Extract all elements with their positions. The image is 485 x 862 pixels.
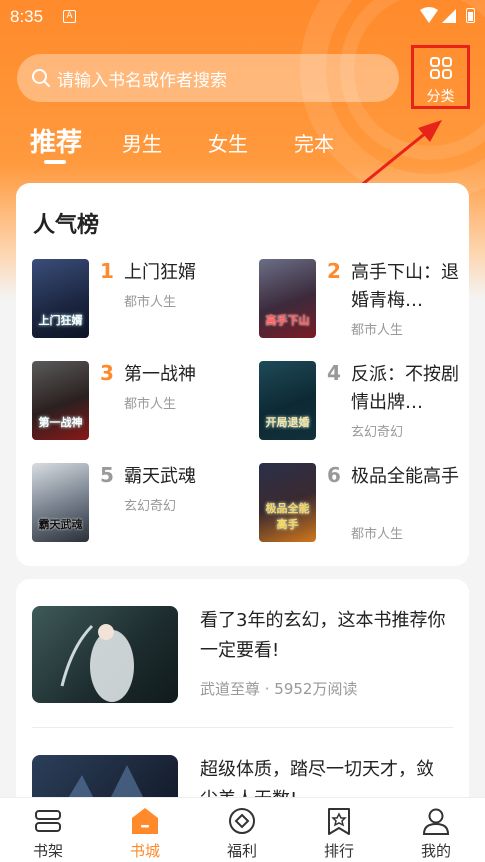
welfare-icon [229, 808, 255, 834]
book-title: 霸天武魂 [124, 466, 196, 487]
search-placeholder: 请输入书名或作者搜索 [57, 70, 227, 91]
nav-label: 福利 [226, 842, 257, 860]
book-item[interactable]: 霸天武魂 5 霸天武魂 玄幻奇幻 [32, 463, 242, 545]
book-title: 反派：不按剧情出牌… [351, 364, 459, 413]
book-item[interactable]: 高手下山 2 高手下山：退婚青梅… 都市人生 [259, 259, 469, 341]
book-item[interactable]: 开局退婚 4 反派：不按剧情出牌… 玄幻奇幻 [259, 361, 469, 443]
figure-illustration [60, 624, 134, 702]
tab-male[interactable]: 男生 [122, 128, 162, 157]
book-cover: 高手下山 [259, 259, 316, 338]
cover-title: 上门狂婿 [38, 314, 83, 327]
search-icon [32, 69, 50, 87]
ranking-icon [328, 808, 350, 835]
nav-bookstore[interactable]: 书城 [115, 806, 175, 861]
popular-ranking-card: 人气榜 上门狂婿 1 上门狂婿 都市人生 高手下山 2 高手下山：退婚青梅… 都… [16, 183, 469, 566]
book-cover: 第一战神 [32, 361, 89, 440]
book-category: 都市人生 [124, 397, 177, 412]
book-title: 上门狂婿 [124, 262, 196, 283]
rank-number: 5 [100, 463, 114, 487]
feed-title: 看了3年的玄幻，这本书推荐你一定要看! [200, 610, 446, 661]
cover-title: 第一战神 [38, 416, 83, 429]
nav-label: 书城 [129, 842, 160, 860]
book-cover: 霸天武魂 [32, 463, 89, 542]
active-tab-indicator [44, 160, 66, 164]
rank-number: 2 [327, 259, 341, 283]
status-bar: 8:35 A [0, 0, 485, 34]
book-title: 极品全能高手 [351, 466, 459, 487]
book-item[interactable]: 上门狂婿 1 上门狂婿 都市人生 [32, 259, 242, 341]
nav-label: 我的 [420, 842, 451, 860]
bookshelf-icon [35, 810, 61, 832]
nav-ranking[interactable]: 排行 [309, 806, 369, 861]
nav-welfare[interactable]: 福利 [212, 806, 272, 861]
status-time: 8:35 [10, 7, 44, 26]
grid-icon [429, 57, 452, 79]
divider [32, 727, 453, 728]
feed-item[interactable]: 看了3年的玄幻，这本书推荐你一定要看! 武道至尊 · 5952万阅读 [32, 606, 452, 706]
cover-title: 高手下山 [265, 314, 310, 327]
category-label: 分类 [426, 89, 455, 105]
rank-number: 1 [100, 259, 114, 283]
rank-number: 3 [100, 361, 114, 385]
book-category: 都市人生 [351, 527, 404, 542]
bottom-navigation: 书架 书城 福利 排行 我的 [0, 797, 485, 862]
search-bar[interactable]: 请输入书名或作者搜索 [17, 54, 399, 102]
cover-title: 开局退婚 [265, 416, 310, 429]
book-item[interactable]: 极品全能高手 6 极品全能高手 都市人生 [259, 463, 469, 545]
profile-icon [422, 808, 450, 835]
cover-title: 霸天武魂 [38, 518, 83, 531]
tab-female[interactable]: 女生 [208, 128, 248, 157]
nav-bookshelf[interactable]: 书架 [18, 806, 78, 861]
bookstore-icon [132, 808, 158, 834]
notification-icon: A [63, 10, 76, 23]
book-cover: 开局退婚 [259, 361, 316, 440]
rank-number: 4 [327, 361, 341, 385]
book-title: 第一战神 [124, 364, 196, 385]
nav-label: 书架 [32, 842, 63, 860]
feed-meta: 武道至尊 · 5952万阅读 [200, 680, 358, 698]
category-button[interactable]: 分类 [411, 45, 470, 109]
book-item[interactable]: 第一战神 3 第一战神 都市人生 [32, 361, 242, 443]
tab-completed[interactable]: 完本 [294, 128, 334, 157]
book-category: 玄幻奇幻 [124, 499, 177, 514]
battery-icon [466, 8, 475, 23]
book-category: 都市人生 [351, 323, 404, 338]
cover-title: 极品全能高手 [265, 502, 310, 531]
book-cover: 上门狂婿 [32, 259, 89, 338]
book-title: 高手下山：退婚青梅… [351, 262, 459, 311]
wifi-icon [420, 7, 456, 23]
nav-profile[interactable]: 我的 [406, 806, 466, 861]
rank-number: 6 [327, 463, 341, 487]
book-category: 玄幻奇幻 [351, 425, 404, 440]
tab-recommend[interactable]: 推荐 [30, 122, 82, 159]
feed-image [32, 606, 178, 703]
nav-label: 排行 [323, 842, 354, 860]
book-category: 都市人生 [124, 295, 177, 310]
book-cover: 极品全能高手 [259, 463, 316, 542]
section-title: 人气榜 [33, 213, 100, 238]
